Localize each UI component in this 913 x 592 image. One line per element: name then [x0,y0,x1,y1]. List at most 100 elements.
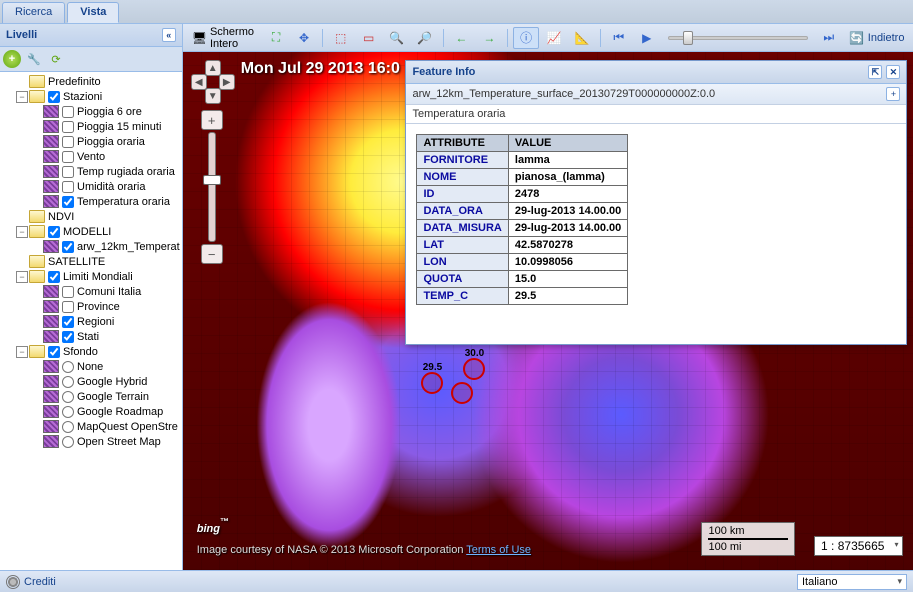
tree-toggle[interactable]: − [16,226,28,238]
tree-node[interactable]: Comuni Italia [0,284,182,299]
tree-radio[interactable] [62,436,74,448]
zoom-extent-button[interactable]: ⛶ [263,27,289,49]
tree-node[interactable]: −Sfondo [0,344,182,359]
tree-node[interactable]: Pioggia 6 ore [0,104,182,119]
tree-radio[interactable] [62,376,74,388]
tree-node[interactable]: Umidità oraria [0,179,182,194]
credits-button[interactable]: Crediti [6,575,56,589]
tree-checkbox[interactable] [62,286,74,298]
zoom-in-box-icon: ⬚ [333,30,349,46]
tree-checkbox[interactable] [62,301,74,313]
tree-node[interactable]: −Stazioni [0,89,182,104]
map-viewport[interactable]: Mon Jul 29 2013 16:0 ▲ ▼ ◀ ▶ + − 30.029.… [183,52,913,570]
tree-node[interactable]: Pioggia 15 minuti [0,119,182,134]
terms-link[interactable]: Terms of Use [466,544,531,556]
tree-node[interactable]: Pioggia oraria [0,134,182,149]
pan-button[interactable]: ✥ [291,27,317,49]
fullscreen-button[interactable]: 🖥 Schermo Intero [187,24,261,53]
tree-checkbox[interactable] [48,91,60,103]
tree-checkbox[interactable] [62,316,74,328]
zoom-out-box-button[interactable]: ▭ [356,27,382,49]
tree-checkbox[interactable] [62,166,74,178]
tree-node[interactable]: Google Terrain [0,389,182,404]
chart-button[interactable]: 📈 [541,27,567,49]
popup-expand-button[interactable]: + [886,87,900,101]
pan-south-button[interactable]: ▼ [205,88,221,104]
tree-node[interactable]: NDVI [0,209,182,224]
zoom-handle[interactable] [203,175,221,185]
measure-button[interactable]: 📐 [569,27,595,49]
tree-radio[interactable] [62,406,74,418]
tree-node[interactable]: Predefinito [0,74,182,89]
tree-node[interactable]: Temp rugiada oraria [0,164,182,179]
map-feature-point[interactable] [421,372,443,394]
tree-node[interactable]: Temperatura oraria [0,194,182,209]
tree-node[interactable]: Vento [0,149,182,164]
tree-checkbox[interactable] [62,241,74,253]
tree-checkbox[interactable] [48,271,60,283]
pan-west-button[interactable]: ◀ [191,74,207,90]
tree-node[interactable]: arw_12km_Temperat [0,239,182,254]
zoom-out-button[interactable]: 🔎 [412,27,438,49]
map-feature-point[interactable] [451,382,473,404]
settings-button[interactable]: 🔧 [25,50,43,68]
info-button[interactable]: ⓘ [513,27,539,49]
tree-node[interactable]: MapQuest OpenStre [0,419,182,434]
tree-checkbox[interactable] [62,106,74,118]
tree-checkbox[interactable] [48,226,60,238]
map-feature-point[interactable] [463,358,485,380]
language-select[interactable]: Italiano [797,574,907,590]
scale-ratio-select[interactable]: 1 : 8735665 [814,536,903,556]
tree-checkbox[interactable] [62,136,74,148]
time-slider[interactable] [668,36,808,40]
tree-checkbox[interactable] [48,346,60,358]
tree-radio[interactable] [62,421,74,433]
prev-extent-button[interactable]: ← [448,27,474,49]
tree-radio[interactable] [62,391,74,403]
refresh-button[interactable]: ⟳ [47,50,65,68]
time-prev-button[interactable]: ⏮ [606,27,632,49]
tree-node[interactable]: −MODELLI [0,224,182,239]
tree-radio[interactable] [62,361,74,373]
slider-thumb[interactable] [683,31,693,45]
time-next-button[interactable]: ⏭ [816,27,842,49]
tree-checkbox[interactable] [62,331,74,343]
tree-label: Pioggia 15 minuti [77,121,161,133]
tab-vista[interactable]: Vista [67,2,119,23]
tree-node[interactable]: Regioni [0,314,182,329]
tree-node[interactable]: Google Roadmap [0,404,182,419]
time-play-button[interactable]: ▶ [634,27,660,49]
zoom-minus-button[interactable]: − [201,244,223,264]
tree-checkbox[interactable] [62,151,74,163]
pan-north-button[interactable]: ▲ [205,60,221,76]
tree-checkbox[interactable] [62,121,74,133]
attr-key: ID [417,186,508,203]
zoom-track[interactable] [208,132,216,242]
tree-node[interactable]: Province [0,299,182,314]
next-extent-button[interactable]: → [476,27,502,49]
popup-unpin-button[interactable]: ⇱ [868,65,882,79]
tab-ricerca[interactable]: Ricerca [2,2,65,23]
tree-toggle[interactable]: − [16,346,28,358]
add-layer-button[interactable]: + [3,50,21,68]
collapse-sidebar-button[interactable]: « [162,28,176,42]
zoom-plus-button[interactable]: + [201,110,223,130]
tree-node[interactable]: SATELLITE [0,254,182,269]
tree-toggle[interactable]: − [16,271,28,283]
indietro-button[interactable]: 🔄 Indietro [844,27,910,49]
tree-node[interactable]: −Limiti Mondiali [0,269,182,284]
tree-checkbox[interactable] [62,181,74,193]
tree-node[interactable]: Google Hybrid [0,374,182,389]
tree-checkbox[interactable] [62,196,74,208]
tree-node[interactable]: Open Street Map [0,434,182,449]
layer-tree[interactable]: Predefinito−StazioniPioggia 6 ore Pioggia… [0,72,182,570]
tree-toggle[interactable]: − [16,91,28,103]
pan-east-button[interactable]: ▶ [219,74,235,90]
popup-layer-row[interactable]: arw_12km_Temperature_surface_20130729T00… [406,84,906,105]
zoom-in-button[interactable]: 🔍 [384,27,410,49]
popup-header[interactable]: Feature Info ⇱ ✕ [406,61,906,84]
tree-node[interactable]: Stati [0,329,182,344]
popup-close-button[interactable]: ✕ [886,65,900,79]
tree-node[interactable]: None [0,359,182,374]
zoom-in-box-button[interactable]: ⬚ [328,27,354,49]
